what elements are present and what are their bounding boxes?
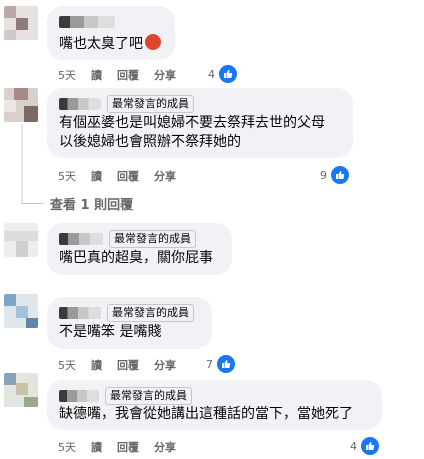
comment-text: 缺德嘴，我會從她講出這種話的當下，當她死了 <box>59 406 353 422</box>
reaction-count[interactable]: 7 <box>206 353 237 375</box>
comment-bubble: 最常發言的成員 嘴巴真的超臭，關你屁事 <box>47 223 232 275</box>
comment-time[interactable]: 5天 <box>58 168 76 184</box>
read-button[interactable]: 讀 <box>91 67 102 83</box>
share-button[interactable]: 分享 <box>154 439 176 455</box>
avatar[interactable] <box>4 223 38 257</box>
top-commenter-badge: 最常發言的成員 <box>107 95 194 113</box>
avatar[interactable] <box>4 88 38 122</box>
comment-bubble: 最常發言的成員 有個巫婆也是叫媳婦不要去祭拜去世的父母 以後媳婦也會照辦不祭拜她… <box>47 88 353 158</box>
comment-text: 有個巫婆也是叫媳婦不要去祭拜去世的父母 以後媳婦也會照辦不祭拜她的 <box>59 115 325 150</box>
reply-button[interactable]: 回覆 <box>117 357 139 373</box>
avatar[interactable] <box>4 294 38 328</box>
read-button[interactable]: 讀 <box>91 357 102 373</box>
comment-actions: 5天 讀 回覆 分享 <box>58 357 191 373</box>
thread-line <box>21 124 23 204</box>
reaction-count[interactable]: 4 <box>350 435 381 457</box>
top-commenter-badge: 最常發言的成員 <box>105 387 192 405</box>
comment-text: 嘴也太臭了吧 <box>59 34 161 54</box>
comment-actions: 5天 讀 回覆 分享 <box>58 67 191 83</box>
avatar[interactable] <box>4 6 38 40</box>
blurred-name <box>59 307 101 319</box>
comment-bubble: 最常發言的成員 不是嘴笨 是嘴賤 <box>47 297 212 349</box>
share-button[interactable]: 分享 <box>154 357 176 373</box>
read-button[interactable]: 讀 <box>91 168 102 184</box>
author-name[interactable]: 最常發言的成員 <box>59 304 194 322</box>
comment-bubble: 最常發言的成員 缺德嘴，我會從她講出這種話的當下，當她死了 <box>47 380 382 430</box>
comment-text: 不是嘴笨 是嘴賤 <box>59 324 162 340</box>
avatar[interactable] <box>4 373 38 407</box>
blurred-name <box>59 98 101 110</box>
like-icon <box>217 63 239 85</box>
blurred-name <box>59 390 99 402</box>
share-button[interactable]: 分享 <box>154 168 176 184</box>
comment-bubble: 嘴也太臭了吧 <box>47 6 175 60</box>
author-name[interactable]: 最常發言的成員 <box>59 230 196 248</box>
reaction-count[interactable]: 9 <box>320 164 351 186</box>
like-icon <box>215 353 237 375</box>
comment-time[interactable]: 5天 <box>58 439 76 455</box>
reply-button[interactable]: 回覆 <box>117 439 139 455</box>
view-replies-link[interactable]: 查看 1 則回覆 <box>50 194 133 213</box>
reply-button[interactable]: 回覆 <box>117 168 139 184</box>
blurred-name <box>59 16 115 28</box>
author-name[interactable]: 最常發言的成員 <box>59 95 194 113</box>
comment-actions: 5天 讀 回覆 分享 <box>58 168 191 184</box>
angry-face-icon <box>145 34 161 50</box>
author-name[interactable]: 最常發言的成員 <box>59 387 192 405</box>
like-icon <box>359 435 381 457</box>
like-icon <box>329 164 351 186</box>
comment-text: 嘴巴真的超臭，關你屁事 <box>59 250 213 266</box>
comment-time[interactable]: 5天 <box>58 67 76 83</box>
top-commenter-badge: 最常發言的成員 <box>107 304 194 322</box>
comment-actions: 5天 讀 回覆 分享 <box>58 439 191 455</box>
top-commenter-badge: 最常發言的成員 <box>109 230 196 248</box>
blurred-name <box>59 233 103 245</box>
share-button[interactable]: 分享 <box>154 67 176 83</box>
author-name[interactable] <box>59 14 121 30</box>
reply-connector <box>22 203 44 204</box>
reply-button[interactable]: 回覆 <box>117 67 139 83</box>
read-button[interactable]: 讀 <box>91 439 102 455</box>
comment-time[interactable]: 5天 <box>58 357 76 373</box>
reaction-count[interactable]: 4 <box>208 63 239 85</box>
